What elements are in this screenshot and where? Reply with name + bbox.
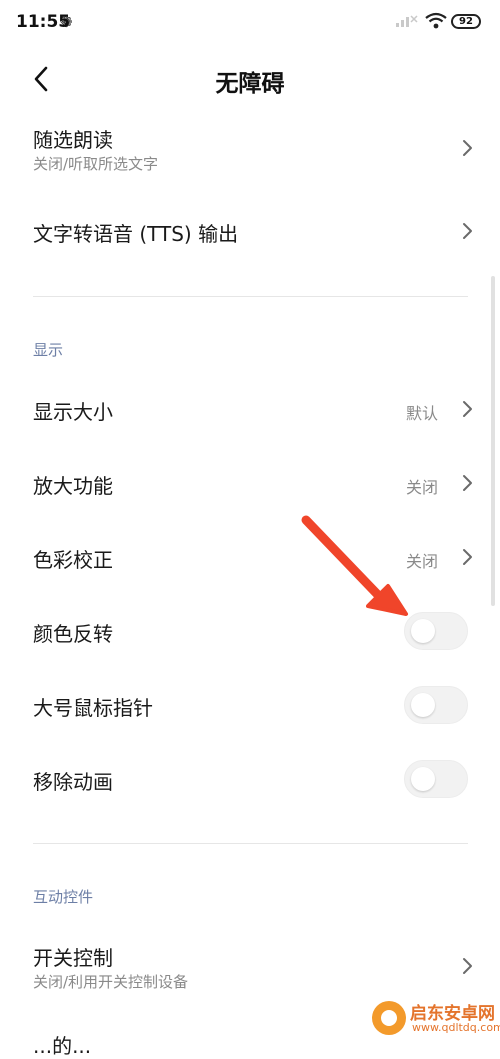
large-pointer-toggle[interactable] [404, 686, 468, 724]
magnification-value: 关闭 [405, 478, 438, 497]
chevron-right-icon [463, 475, 472, 491]
section-header-display: 显示 [33, 341, 64, 359]
magnification-title: 放大功能 [33, 474, 113, 498]
color-correction-title: 色彩校正 [33, 548, 113, 572]
tts-output-title: 文字转语音 (TTS) 输出 [33, 222, 239, 246]
display-size-title: 显示大小 [33, 400, 113, 424]
section-divider [33, 296, 468, 297]
switch-access-subtitle: 关闭/利用开关控制设备 [33, 973, 189, 991]
select-to-speak-subtitle: 关闭/听取所选文字 [33, 155, 159, 173]
watermark-url: www.qdltdq.com [412, 1021, 500, 1034]
toggle-knob [411, 767, 435, 791]
watermark-logo-icon [372, 1001, 406, 1035]
wifi-icon [425, 12, 447, 29]
section-header-interaction: 互动控件 [33, 888, 94, 906]
chevron-right-icon [463, 140, 472, 156]
scrollbar-thumb[interactable] [491, 276, 495, 606]
signal-icon [396, 15, 418, 27]
large-pointer-row: 大号鼠标指针 [0, 676, 500, 736]
cut-off-list-item[interactable]: ...的... [33, 1030, 91, 1059]
magnification-row[interactable]: 放大功能 关闭 [0, 454, 500, 514]
section-divider [33, 843, 468, 844]
color-inversion-title: 颜色反转 [33, 622, 113, 646]
remove-animations-title: 移除动画 [33, 770, 113, 794]
large-pointer-title: 大号鼠标指针 [33, 696, 153, 720]
switch-access-title: 开关控制 [33, 946, 113, 970]
page-title: 无障碍 [215, 71, 285, 97]
remove-animations-toggle[interactable] [404, 760, 468, 798]
tts-output-row[interactable]: 文字转语音 (TTS) 输出 [0, 200, 500, 264]
chevron-right-icon [463, 223, 472, 239]
color-correction-row[interactable]: 色彩校正 关闭 [0, 528, 500, 588]
switch-access-row[interactable]: 开关控制 关闭/利用开关控制设备 [0, 930, 500, 1002]
battery-icon: 92 [451, 14, 481, 29]
chevron-right-icon [463, 549, 472, 565]
notification-app-icon: ❁ [60, 13, 73, 31]
color-correction-value: 关闭 [405, 552, 438, 571]
display-size-value: 默认 [405, 404, 438, 423]
watermark: 启东安卓网 www.qdltdq.com [372, 998, 500, 1038]
color-inversion-row: 颜色反转 [0, 602, 500, 662]
select-to-speak-title: 随选朗读 [33, 128, 113, 152]
chevron-right-icon [463, 401, 472, 417]
color-inversion-toggle[interactable] [404, 612, 468, 650]
toggle-knob [411, 619, 435, 643]
battery-level: 92 [459, 16, 473, 27]
select-to-speak-row[interactable]: 随选朗读 关闭/听取所选文字 [0, 112, 500, 184]
remove-animations-row: 移除动画 [0, 750, 500, 810]
display-size-row[interactable]: 显示大小 默认 [0, 380, 500, 440]
chevron-right-icon [463, 958, 472, 974]
status-bar: 11:55 ❁ 92 [0, 0, 500, 44]
toggle-knob [411, 693, 435, 717]
